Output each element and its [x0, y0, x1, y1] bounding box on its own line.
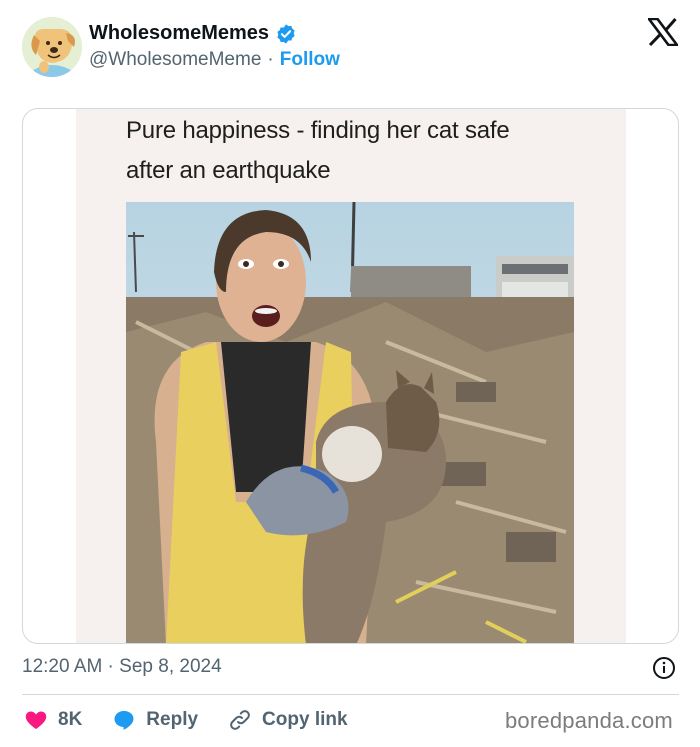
reply-label: Reply	[146, 709, 199, 730]
tweet-actions: 8K Reply Copy link	[24, 706, 378, 734]
heart-icon	[25, 711, 47, 729]
tweet-timestamp[interactable]: 12:20 AM · Sep 8, 2024	[22, 656, 222, 678]
avatar[interactable]	[22, 17, 82, 77]
meme-caption: Pure happiness - finding her cat safe af…	[126, 111, 586, 191]
source-watermark: boredpanda.com	[505, 708, 673, 733]
reply-bubble-icon	[114, 711, 134, 730]
handle-separator: ·	[267, 49, 274, 70]
divider	[22, 694, 679, 695]
tweet-card: WholesomeMemes @WholesomeMeme · Follow P…	[0, 0, 700, 747]
name-row: WholesomeMemes	[89, 22, 297, 45]
copy-link-button[interactable]: Copy link	[228, 708, 348, 732]
like-button[interactable]: 8K	[24, 708, 82, 732]
handle[interactable]: @WholesomeMeme	[89, 49, 261, 71]
meme-caption-line-2: after an earthquake	[126, 157, 331, 184]
copy-link-label: Copy link	[262, 709, 348, 730]
tweet-media[interactable]: Pure happiness - finding her cat safe af…	[22, 108, 679, 644]
verified-badge-icon	[277, 23, 295, 44]
handle-row: @WholesomeMeme · Follow	[89, 49, 340, 71]
meme-caption-line-1: Pure happiness - finding her cat safe	[126, 117, 510, 144]
earthquake-rescue-photo	[126, 202, 574, 643]
link-icon	[230, 710, 250, 730]
like-count: 8K	[58, 709, 83, 730]
display-name[interactable]: WholesomeMemes	[89, 22, 269, 45]
x-logo-icon[interactable]	[648, 18, 678, 46]
info-icon[interactable]	[652, 656, 676, 680]
meme-image: Pure happiness - finding her cat safe af…	[76, 109, 626, 643]
dog-avatar-icon	[22, 17, 82, 77]
reply-button[interactable]: Reply	[112, 708, 198, 732]
follow-button[interactable]: Follow	[280, 49, 340, 71]
